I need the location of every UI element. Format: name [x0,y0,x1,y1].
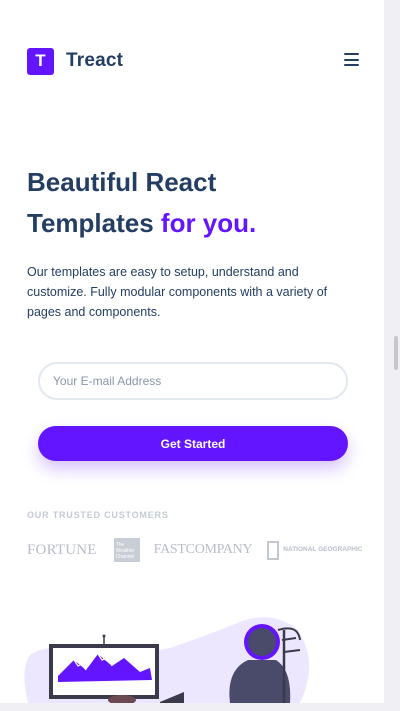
hero-title-line1: Beautiful React [27,167,217,197]
logo-icon[interactable]: T [27,47,54,75]
hamburger-menu-icon[interactable] [344,53,359,66]
get-started-button[interactable]: Get Started [38,426,348,461]
customers-label: OUR TRUSTED CUSTOMERS [27,510,169,520]
customer-logos: FORTUNE The Weather Channel FASTCOMPANY … [27,537,363,563]
fortune-logo: FORTUNE [27,541,97,558]
scrollbar-thumb[interactable] [394,336,398,370]
weather-channel-logo: The Weather Channel [113,538,140,562]
logo-letter: T [35,51,46,70]
hero-description: Our templates are easy to setup, underst… [27,265,328,319]
fast-company-logo: FASTCOMPANY [153,542,253,557]
national-geographic-logo: NATIONAL GEOGRAPHIC [267,540,363,560]
natgeo-frame-icon [267,540,280,560]
natgeo-text: NATIONAL GEOGRAPHIC [283,546,363,553]
hero-title: Beautiful React Templates for you. [27,162,367,244]
header: T Treact [27,47,359,75]
landing-page: T Treact Beautiful React Templates for y… [0,0,384,703]
hero-title-accent: for you. [160,208,257,238]
brand-name[interactable]: Treact [66,50,123,72]
bottom-strip [0,703,400,711]
email-input[interactable] [38,362,348,400]
hero-illustration [24,617,310,703]
hero-title-line2: Templates [27,208,154,238]
